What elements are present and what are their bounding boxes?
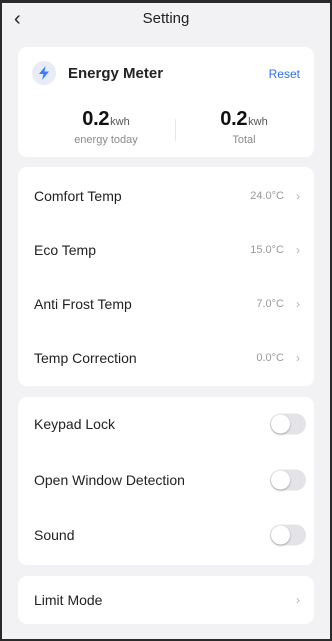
energy-today-unit: kwh xyxy=(110,116,130,128)
toggle-knob xyxy=(271,525,290,545)
keypad-lock-label: Keypad Lock xyxy=(34,416,115,432)
reset-button[interactable]: Reset xyxy=(269,67,300,81)
chevron-right-icon: › xyxy=(296,189,300,203)
energy-today-label: energy today xyxy=(74,134,138,146)
toggle-knob xyxy=(271,414,290,434)
sound-row: Sound xyxy=(18,508,314,562)
header: ‹ Setting xyxy=(2,3,330,37)
energy-total-label: Total xyxy=(232,134,256,146)
chevron-right-icon: › xyxy=(296,351,300,365)
limit-mode-row[interactable]: Limit Mode › xyxy=(18,573,314,627)
chevron-right-icon: › xyxy=(296,593,300,607)
sound-label: Sound xyxy=(34,527,75,543)
toggle-knob xyxy=(271,470,290,490)
open-window-detection-label: Open Window Detection xyxy=(34,472,185,488)
keypad-lock-toggle[interactable] xyxy=(270,413,306,435)
comfort-temp-row[interactable]: Comfort Temp 24.0°C › xyxy=(18,169,314,223)
energy-meter-card: Energy Meter Reset 0.2kwh energy today 0… xyxy=(18,47,314,157)
keypad-lock-row: Keypad Lock xyxy=(18,397,314,451)
temperature-settings-card: Comfort Temp 24.0°C › Eco Temp 15.0°C › … xyxy=(18,167,314,386)
eco-temp-row[interactable]: Eco Temp 15.0°C › xyxy=(18,223,314,277)
open-window-detection-row: Open Window Detection xyxy=(18,453,314,507)
temp-correction-label: Temp Correction xyxy=(34,350,137,366)
energy-meter-header: Energy Meter xyxy=(32,61,163,85)
temp-correction-row[interactable]: Temp Correction 0.0°C › xyxy=(18,331,314,385)
lightning-bolt-icon xyxy=(32,61,56,85)
chevron-right-icon: › xyxy=(296,243,300,257)
energy-today-stat: 0.2kwh energy today xyxy=(46,108,166,146)
energy-today-value: 0.2 xyxy=(82,108,110,130)
energy-total-stat: 0.2kwh Total xyxy=(184,108,304,146)
limit-mode-label: Limit Mode xyxy=(34,592,103,608)
toggle-settings-card: Keypad Lock Open Window Detection Sound xyxy=(18,397,314,565)
app-frame: ‹ Setting Energy Meter Reset 0.2kwh ener… xyxy=(0,0,332,641)
energy-total-unit: kwh xyxy=(248,116,268,128)
anti-frost-temp-row[interactable]: Anti Frost Temp 7.0°C › xyxy=(18,277,314,331)
comfort-temp-label: Comfort Temp xyxy=(34,188,122,204)
anti-frost-temp-value: 7.0°C xyxy=(256,298,284,310)
limit-mode-card: Limit Mode › xyxy=(18,576,314,624)
eco-temp-value: 15.0°C xyxy=(250,244,284,256)
open-window-detection-toggle[interactable] xyxy=(270,469,306,491)
eco-temp-label: Eco Temp xyxy=(34,242,96,258)
comfort-temp-value: 24.0°C xyxy=(250,190,284,202)
energy-meter-title: Energy Meter xyxy=(68,64,164,82)
temp-correction-value: 0.0°C xyxy=(256,352,284,364)
anti-frost-temp-label: Anti Frost Temp xyxy=(34,296,132,312)
sound-toggle[interactable] xyxy=(270,524,306,546)
chevron-right-icon: › xyxy=(296,297,300,311)
stat-divider xyxy=(175,119,176,141)
page-title: Setting xyxy=(142,10,190,27)
energy-total-value: 0.2 xyxy=(220,108,248,130)
